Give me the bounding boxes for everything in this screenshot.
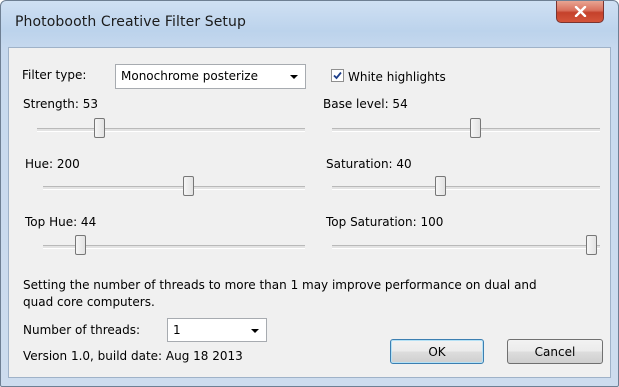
- base-level-slider-track[interactable]: [332, 128, 600, 132]
- top-saturation-label: Top Saturation: 100: [326, 215, 444, 229]
- base-level-label: Base level: 54: [323, 97, 408, 111]
- checkmark-icon: [333, 71, 342, 80]
- hue-slider-thumb[interactable]: [183, 176, 194, 196]
- threads-label: Number of threads:: [23, 323, 141, 337]
- top-hue-label: Top Hue: 44: [25, 215, 97, 229]
- white-highlights-checkbox[interactable]: [331, 69, 344, 82]
- threads-value: 1: [173, 323, 181, 337]
- strength-label: Strength: 53: [23, 97, 99, 111]
- title-bar[interactable]: Photobooth Creative Filter Setup: [1, 1, 618, 41]
- filter-type-label: Filter type:: [22, 68, 87, 82]
- top-saturation-slider-track[interactable]: [332, 245, 600, 249]
- ok-button-label: OK: [428, 345, 446, 359]
- white-highlights-label: White highlights: [348, 70, 446, 84]
- dialog-client-area: Filter type: Monochrome posterize White …: [8, 47, 611, 378]
- top-saturation-slider-thumb[interactable]: [586, 235, 597, 255]
- strength-slider-track[interactable]: [37, 128, 305, 132]
- strength-slider-thumb[interactable]: [94, 118, 105, 138]
- chevron-down-icon: [251, 329, 259, 333]
- hue-label: Hue: 200: [25, 157, 80, 171]
- ok-button[interactable]: OK: [390, 339, 484, 364]
- saturation-label: Saturation: 40: [326, 157, 412, 171]
- hue-slider-track[interactable]: [43, 186, 305, 190]
- threads-note-line1: Setting the number of threads to more th…: [23, 278, 537, 292]
- filter-type-value: Monochrome posterize: [121, 69, 258, 83]
- cancel-button[interactable]: Cancel: [507, 339, 603, 364]
- threads-note-line2: quad core computers.: [23, 295, 155, 309]
- close-icon: [574, 6, 587, 17]
- version-info: Version 1.0, build date: Aug 18 2013: [23, 349, 243, 363]
- cancel-button-label: Cancel: [534, 345, 576, 359]
- saturation-slider-track[interactable]: [332, 186, 600, 190]
- filter-type-dropdown[interactable]: Monochrome posterize: [115, 64, 306, 89]
- dialog-window: Photobooth Creative Filter Setup Filter …: [0, 0, 619, 387]
- top-hue-slider-thumb[interactable]: [75, 235, 86, 255]
- saturation-slider-thumb[interactable]: [435, 176, 446, 196]
- base-level-slider-thumb[interactable]: [470, 118, 481, 138]
- close-button[interactable]: [556, 1, 604, 23]
- threads-dropdown[interactable]: 1: [167, 318, 267, 342]
- window-title: Photobooth Creative Filter Setup: [15, 14, 246, 30]
- chevron-down-icon: [290, 75, 298, 79]
